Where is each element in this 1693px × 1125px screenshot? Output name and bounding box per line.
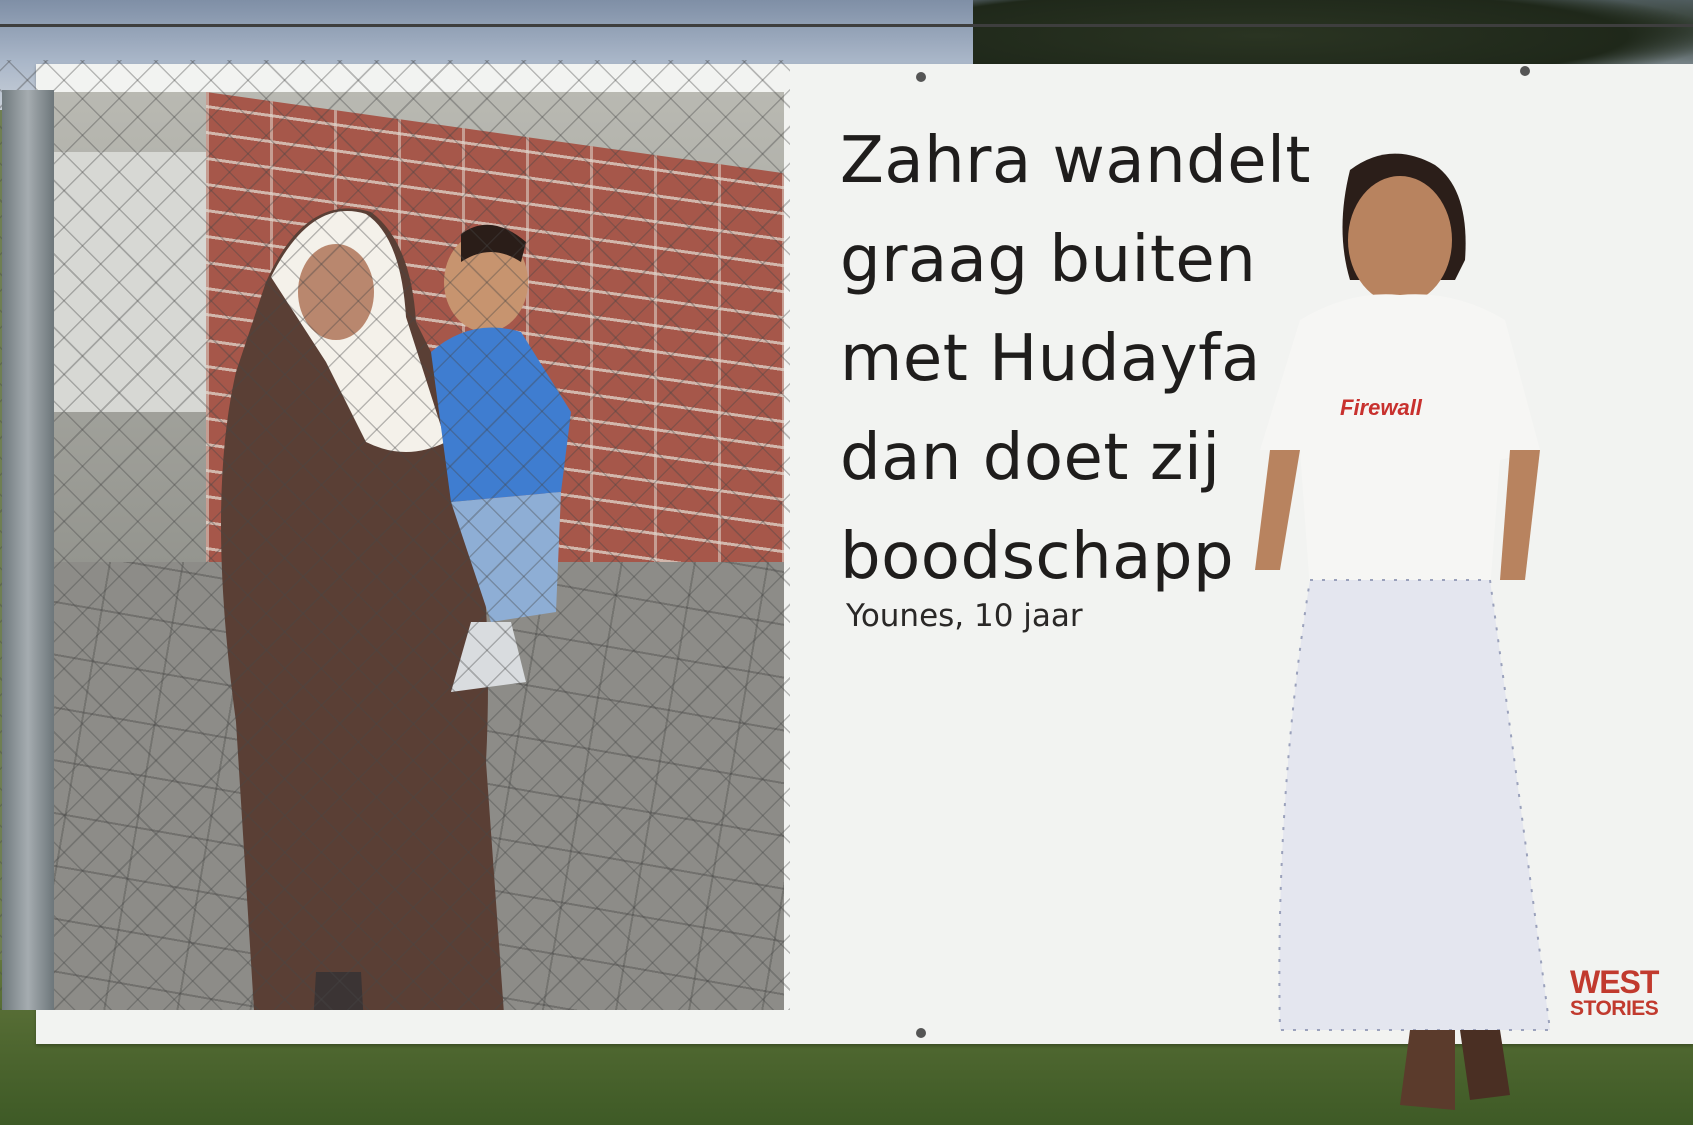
barbed-wire bbox=[0, 24, 1693, 27]
child-in-blue-jacket bbox=[431, 224, 571, 692]
banner-grommet bbox=[916, 1028, 926, 1038]
banner-grommet bbox=[1520, 66, 1530, 76]
banner-photo bbox=[36, 92, 784, 1010]
house-background bbox=[46, 152, 206, 412]
girl-standing: Firewall bbox=[1255, 153, 1552, 1110]
banner-grommet bbox=[916, 72, 926, 82]
banner-author-credit: Younes, 10 jaar bbox=[846, 598, 1083, 634]
outdoor-photo-scene: Zahra wandelt graag buiten met Hudayfa d… bbox=[0, 0, 1693, 1125]
shirt-logo-text: Firewall bbox=[1340, 395, 1423, 420]
fence-post bbox=[2, 90, 54, 1010]
